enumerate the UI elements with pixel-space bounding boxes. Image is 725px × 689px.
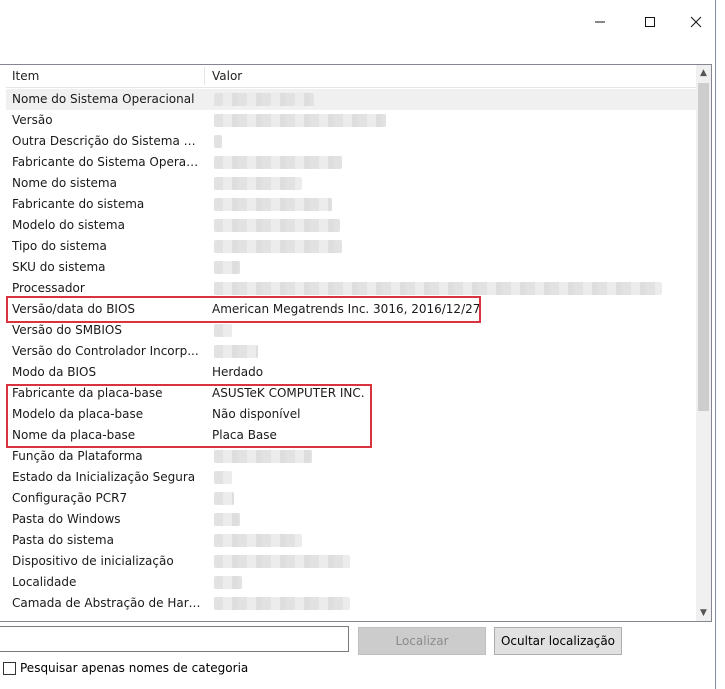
row-value: Placa Base bbox=[212, 428, 277, 442]
table-row[interactable]: Versão/data do BIOS American Megatrends I… bbox=[6, 299, 696, 320]
category-only-checkbox[interactable] bbox=[3, 661, 16, 675]
row-item: Fabricante do sistema bbox=[12, 197, 145, 211]
list-rows: Nome do Sistema Operacional Versão Outra… bbox=[6, 89, 696, 614]
row-item: Nome do sistema bbox=[12, 176, 117, 190]
redacted-value bbox=[214, 93, 314, 106]
system-summary-list[interactable]: Item Valor Nome do Sistema Operacional V… bbox=[0, 64, 712, 622]
table-row[interactable]: Modelo do sistema bbox=[6, 215, 696, 236]
redacted-value bbox=[214, 114, 386, 127]
row-item: Processador bbox=[12, 281, 85, 295]
table-row[interactable]: Dispositivo de inicialização bbox=[6, 551, 696, 572]
redacted-value bbox=[214, 261, 240, 274]
row-item: Configuração PCR7 bbox=[12, 491, 128, 505]
row-item: Outra Descrição do Sistema O... bbox=[12, 134, 202, 148]
scroll-up-icon[interactable]: ▲ bbox=[696, 65, 711, 81]
row-item: Nome do Sistema Operacional bbox=[12, 92, 195, 106]
row-item: Nome da placa-base bbox=[12, 428, 136, 442]
vertical-scrollbar[interactable]: ▲ ▼ bbox=[696, 65, 711, 621]
table-row[interactable]: Função da Plataforma bbox=[6, 446, 696, 467]
table-row[interactable]: Pasta do Windows bbox=[6, 509, 696, 530]
table-row[interactable]: Estado da Inicialização Segura bbox=[6, 467, 696, 488]
list-header: Item Valor bbox=[6, 65, 696, 88]
minimize-icon[interactable] bbox=[585, 8, 615, 36]
find-button[interactable]: Localizar bbox=[358, 627, 486, 655]
row-item: Pasta do sistema bbox=[12, 533, 114, 547]
redacted-value bbox=[214, 513, 240, 526]
row-item: Modelo da placa-base bbox=[12, 407, 144, 421]
redacted-value bbox=[214, 156, 342, 169]
table-row[interactable]: Nome do sistema bbox=[6, 173, 696, 194]
table-row[interactable]: Configuração PCR7 bbox=[6, 488, 696, 509]
title-bar bbox=[0, 0, 725, 44]
redacted-value bbox=[214, 450, 312, 463]
row-item: Versão do SMBIOS bbox=[12, 323, 122, 337]
redacted-value bbox=[214, 534, 302, 547]
row-item: Função da Plataforma bbox=[12, 449, 143, 463]
table-row[interactable]: Modelo da placa-base Não disponível bbox=[6, 404, 696, 425]
table-row[interactable]: Pasta do sistema bbox=[6, 530, 696, 551]
redacted-value bbox=[214, 345, 258, 358]
table-row[interactable]: Fabricante da placa-base ASUSTeK COMPUTER… bbox=[6, 383, 696, 404]
row-item: Estado da Inicialização Segura bbox=[12, 470, 196, 484]
table-row[interactable]: Fabricante do Sistema Operaci... bbox=[6, 152, 696, 173]
row-item: Versão bbox=[12, 113, 53, 127]
table-row[interactable]: Modo da BIOS Herdado bbox=[6, 362, 696, 383]
redacted-value bbox=[214, 324, 232, 337]
column-divider[interactable] bbox=[204, 67, 205, 85]
redacted-value bbox=[214, 555, 350, 568]
column-header-value[interactable]: Valor bbox=[206, 65, 242, 87]
redacted-value bbox=[214, 219, 340, 232]
redacted-value bbox=[214, 597, 350, 610]
table-row[interactable]: Versão do SMBIOS bbox=[6, 320, 696, 341]
row-item: Tipo do sistema bbox=[12, 239, 107, 253]
row-item: Fabricante da placa-base bbox=[12, 386, 163, 400]
redacted-value bbox=[214, 135, 222, 148]
row-value: ASUSTeK COMPUTER INC. bbox=[212, 386, 365, 400]
row-item: Modelo do sistema bbox=[12, 218, 125, 232]
row-value: American Megatrends Inc. 3016, 2016/12/2… bbox=[212, 302, 481, 316]
redacted-value bbox=[214, 492, 234, 505]
redacted-value bbox=[214, 471, 232, 484]
row-item: Modo da BIOS bbox=[12, 365, 97, 379]
row-item: Versão do Controlador Incorp... bbox=[12, 344, 199, 358]
table-row[interactable]: SKU do sistema bbox=[6, 257, 696, 278]
table-row[interactable]: Nome do Sistema Operacional bbox=[6, 89, 696, 110]
row-item: SKU do sistema bbox=[12, 260, 106, 274]
table-row[interactable]: Tipo do sistema bbox=[6, 236, 696, 257]
row-item: Pasta do Windows bbox=[12, 512, 121, 526]
table-row[interactable]: Nome da placa-base Placa Base bbox=[6, 425, 696, 446]
row-item: Versão/data do BIOS bbox=[12, 302, 136, 316]
table-row[interactable]: Processador bbox=[6, 278, 696, 299]
search-input[interactable] bbox=[0, 626, 349, 652]
row-value: Herdado bbox=[212, 365, 264, 379]
row-item: Camada de Abstração de Hard... bbox=[12, 596, 202, 610]
maximize-icon[interactable] bbox=[635, 8, 665, 36]
row-value: Não disponível bbox=[212, 407, 301, 421]
hide-find-button[interactable]: Ocultar localização bbox=[494, 627, 622, 655]
row-item: Fabricante do Sistema Operaci... bbox=[12, 155, 202, 169]
redacted-value bbox=[214, 240, 342, 253]
table-row[interactable]: Versão do Controlador Incorp... bbox=[6, 341, 696, 362]
redacted-value bbox=[214, 576, 242, 589]
column-header-item[interactable]: Item bbox=[6, 65, 39, 87]
table-row[interactable]: Versão bbox=[6, 110, 696, 131]
row-item: Localidade bbox=[12, 575, 77, 589]
category-only-option[interactable]: Pesquisar apenas nomes de categoria bbox=[3, 660, 248, 676]
scroll-down-icon[interactable]: ▼ bbox=[696, 605, 711, 621]
scrollbar-thumb[interactable] bbox=[698, 83, 709, 411]
table-row[interactable]: Camada de Abstração de Hard... bbox=[6, 593, 696, 614]
table-row[interactable]: Localidade bbox=[6, 572, 696, 593]
close-icon[interactable] bbox=[681, 8, 711, 36]
redacted-value bbox=[214, 177, 302, 190]
table-row[interactable]: Fabricante do sistema bbox=[6, 194, 696, 215]
table-row[interactable]: Outra Descrição do Sistema O... bbox=[6, 131, 696, 152]
redacted-value bbox=[214, 198, 332, 211]
window-border bbox=[715, 0, 716, 689]
category-only-label: Pesquisar apenas nomes de categoria bbox=[20, 661, 249, 675]
redacted-value bbox=[214, 282, 662, 295]
row-item: Dispositivo de inicialização bbox=[12, 554, 174, 568]
